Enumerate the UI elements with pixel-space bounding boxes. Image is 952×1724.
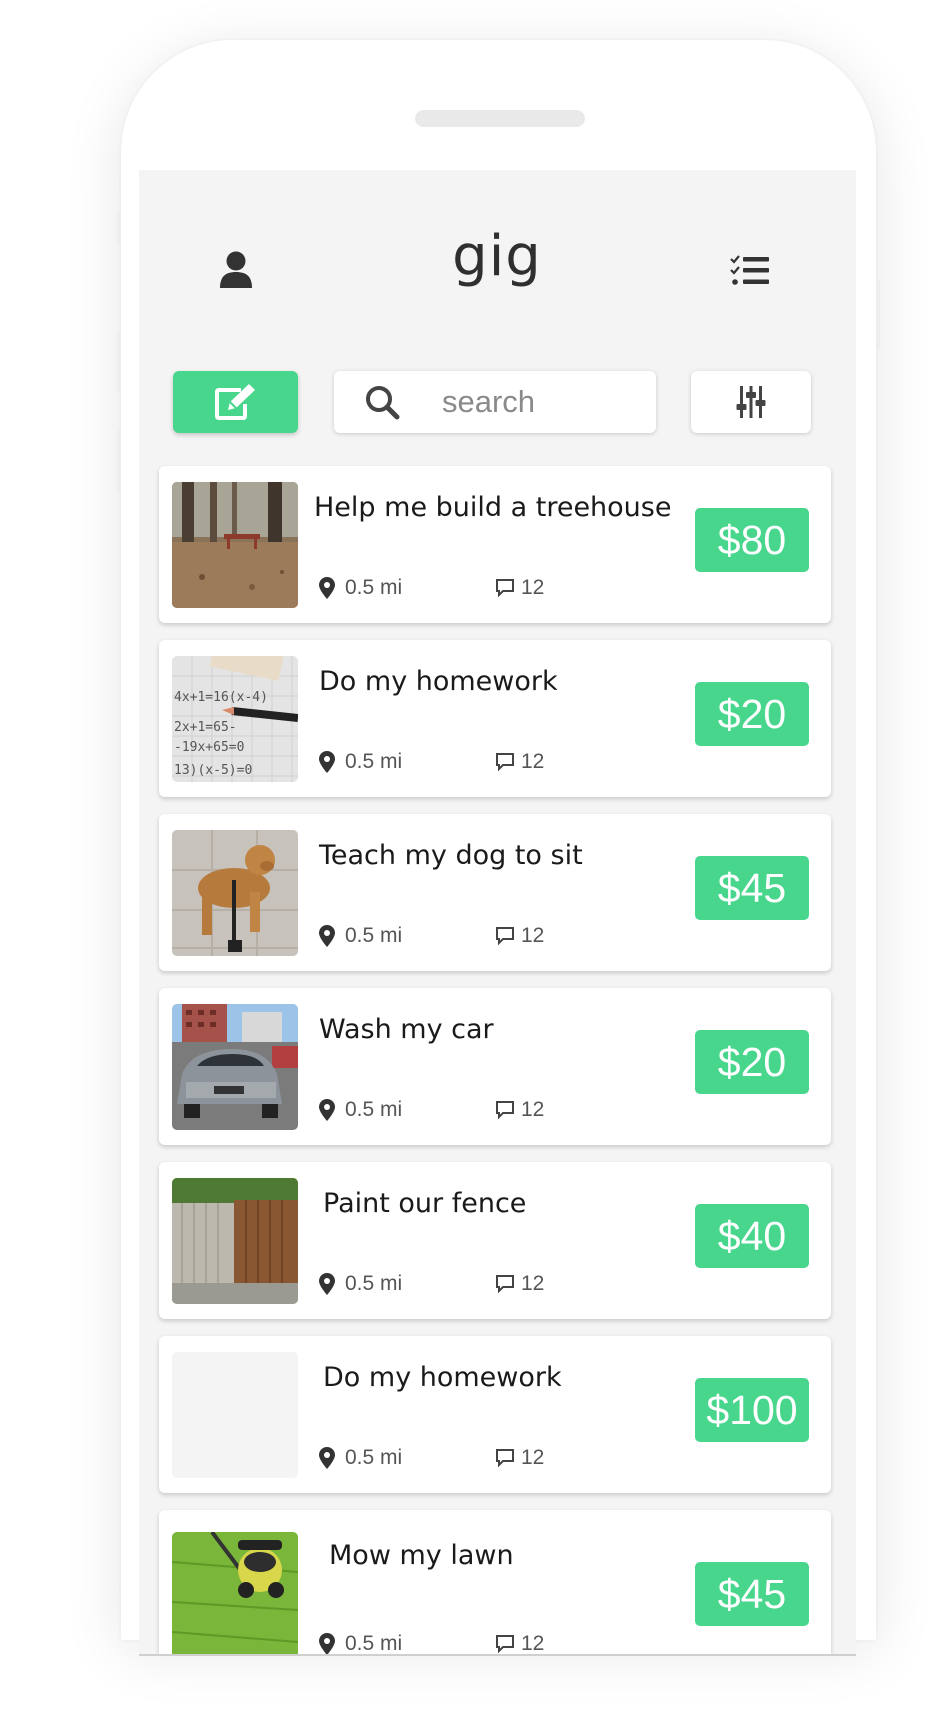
gig-image — [172, 830, 298, 956]
gig-meta: 0.5 mi 12 — [319, 1446, 544, 1470]
comment-icon — [496, 1275, 514, 1294]
gig-image — [172, 1532, 298, 1654]
checklist-icon[interactable] — [730, 254, 770, 288]
phone-side-button — [117, 330, 121, 392]
gig-comment-count: 12 — [521, 750, 545, 773]
svg-text:4x+1=16(x-4): 4x+1=16(x-4) — [174, 690, 268, 705]
gig-meta: 0.5 mi 12 — [319, 1272, 544, 1296]
gig-meta: 0.5 mi 12 — [319, 924, 544, 948]
phone-side-button — [876, 280, 880, 350]
phone-side-button — [117, 212, 121, 244]
gig-image: 4x+1=16(x-4) 2x+1=65- -19x+65=0 13)(x-5)… — [172, 656, 298, 782]
search-icon — [362, 382, 402, 422]
gig-comment-count: 12 — [521, 1098, 545, 1121]
gig-image — [172, 482, 298, 608]
gig-card[interactable]: Help me build a treehouse 0.5 mi 12 $80 — [159, 466, 831, 623]
gig-card[interactable]: Mow my lawn 0.5 mi 12 $45 — [159, 1510, 831, 1654]
comment-icon — [496, 927, 514, 946]
gig-meta: 0.5 mi 12 — [319, 1098, 544, 1122]
comment-icon — [496, 579, 514, 598]
gig-title: Paint our fence — [323, 1188, 527, 1219]
price-button[interactable]: $20 — [695, 1030, 809, 1094]
edit-icon — [214, 384, 255, 420]
phone-speaker — [415, 110, 585, 127]
location-pin-icon — [319, 1447, 335, 1469]
gig-title: Wash my car — [319, 1014, 494, 1045]
app-title: gig — [452, 224, 542, 289]
search-box[interactable] — [334, 371, 656, 433]
price-button[interactable]: $20 — [695, 682, 809, 746]
gig-title: Help me build a treehouse — [314, 492, 672, 523]
gig-distance: 0.5 mi — [345, 576, 403, 599]
location-pin-icon — [319, 751, 335, 773]
location-pin-icon — [319, 577, 335, 599]
gig-distance: 0.5 mi — [345, 1446, 403, 1469]
gig-list: Help me build a treehouse 0.5 mi 12 $80 — [159, 466, 831, 1654]
gig-comment-count: 12 — [521, 1632, 545, 1654]
gig-comment-count: 12 — [521, 1446, 545, 1469]
gig-image — [172, 1178, 298, 1304]
gig-distance: 0.5 mi — [345, 1272, 403, 1295]
gig-image-placeholder — [172, 1352, 298, 1478]
gig-comment-count: 12 — [521, 1272, 545, 1295]
comment-icon — [496, 1101, 514, 1120]
gig-card[interactable]: Do my homework 0.5 mi 12 $100 — [159, 1336, 831, 1493]
sliders-icon — [736, 386, 766, 418]
gig-comment-count: 12 — [521, 924, 545, 947]
svg-text:-19x+65=0: -19x+65=0 — [174, 740, 244, 755]
user-icon[interactable] — [218, 250, 254, 290]
filter-button[interactable] — [691, 371, 811, 433]
gig-title: Mow my lawn — [329, 1540, 514, 1571]
gig-title: Do my homework — [323, 1362, 562, 1393]
location-pin-icon — [319, 1633, 335, 1654]
phone-side-button — [117, 430, 121, 492]
gig-title: Teach my dog to sit — [319, 840, 583, 871]
price-button[interactable]: $45 — [695, 1562, 809, 1626]
search-input[interactable] — [440, 383, 644, 421]
price-button[interactable]: $100 — [695, 1378, 809, 1442]
gig-distance: 0.5 mi — [345, 750, 403, 773]
gig-distance: 0.5 mi — [345, 924, 403, 947]
location-pin-icon — [319, 1099, 335, 1121]
gig-comment-count: 12 — [521, 576, 545, 599]
price-button[interactable]: $45 — [695, 856, 809, 920]
price-button[interactable]: $80 — [695, 508, 809, 572]
screen-edge — [139, 1654, 856, 1656]
svg-text:2x+1=65-: 2x+1=65- — [174, 720, 237, 735]
gig-distance: 0.5 mi — [345, 1632, 403, 1654]
compose-button[interactable] — [173, 371, 298, 433]
gig-card[interactable]: 4x+1=16(x-4) 2x+1=65- -19x+65=0 13)(x-5)… — [159, 640, 831, 797]
gig-card[interactable]: Teach my dog to sit 0.5 mi 12 $45 — [159, 814, 831, 971]
comment-icon — [496, 1635, 514, 1654]
location-pin-icon — [319, 925, 335, 947]
svg-text:13)(x-5)=0: 13)(x-5)=0 — [174, 763, 252, 778]
gig-card[interactable]: Paint our fence 0.5 mi 12 $40 — [159, 1162, 831, 1319]
gig-card[interactable]: Wash my car 0.5 mi 12 $20 — [159, 988, 831, 1145]
gig-title: Do my homework — [319, 666, 558, 697]
gig-image — [172, 1004, 298, 1130]
app-screen: gig search Help me build a treehouse 0.5… — [139, 170, 856, 1654]
gig-distance: 0.5 mi — [345, 1098, 403, 1121]
location-pin-icon — [319, 1273, 335, 1295]
comment-icon — [496, 753, 514, 772]
gig-meta: 0.5 mi 12 — [319, 1632, 544, 1654]
gig-meta: 0.5 mi 12 — [319, 576, 544, 600]
comment-icon — [496, 1449, 514, 1468]
price-button[interactable]: $40 — [695, 1204, 809, 1268]
gig-meta: 0.5 mi 12 — [319, 750, 544, 774]
